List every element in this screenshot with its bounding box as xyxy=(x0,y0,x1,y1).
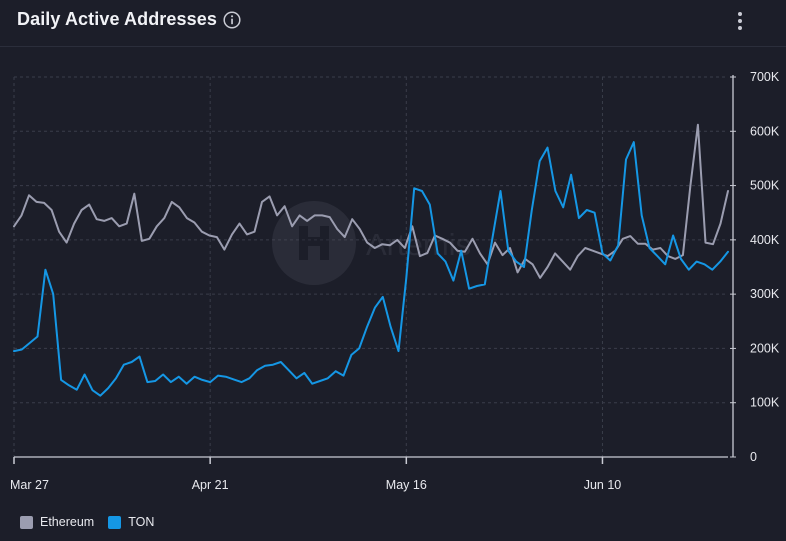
y-tick-label: 200K xyxy=(750,341,780,355)
x-tick-label: May 16 xyxy=(386,478,427,492)
y-tick-label: 700K xyxy=(750,70,780,84)
axes: 0 100K 200K 300K 400K 500K 600K 700K Mar 27 Apr 2… xyxy=(10,70,780,492)
watermark: Artemis xyxy=(272,201,471,285)
legend-item-ton[interactable]: TON xyxy=(108,515,154,529)
panel-header: Daily Active Addresses xyxy=(0,0,786,47)
legend-label: TON xyxy=(128,515,155,529)
x-tick-label: Mar 27 xyxy=(10,478,49,492)
y-tick-label: 100K xyxy=(750,396,780,410)
x-tick-label: Jun 10 xyxy=(584,478,622,492)
y-tick-label: 400K xyxy=(750,233,780,247)
chart-title: Daily Active Addresses xyxy=(17,9,217,29)
line-chart: Artemis 0 100K 200K 300K 400K 500K 600K 700K Mar… xyxy=(10,70,780,492)
legend-swatch xyxy=(20,515,33,529)
chart-panel: Daily Active Addresses Artemis 0 100K 200K… xyxy=(0,0,786,541)
info-circle-icon[interactable] xyxy=(223,11,241,29)
legend-swatch xyxy=(108,515,122,529)
vertical-ellipsis-icon[interactable] xyxy=(733,10,747,32)
y-tick-label: 0 xyxy=(750,450,757,464)
legend-item-ethereum[interactable]: Ethereum xyxy=(20,515,94,529)
series-line-ton[interactable] xyxy=(13,141,729,397)
legend-label: Ethereum xyxy=(40,515,95,529)
y-tick-label: 600K xyxy=(750,124,780,138)
x-tick-label: Apr 21 xyxy=(192,478,229,492)
y-tick-label: 300K xyxy=(750,287,780,301)
grid xyxy=(13,76,728,457)
legend: Ethereum TON xyxy=(20,513,154,531)
y-tick-label: 500K xyxy=(750,179,780,193)
